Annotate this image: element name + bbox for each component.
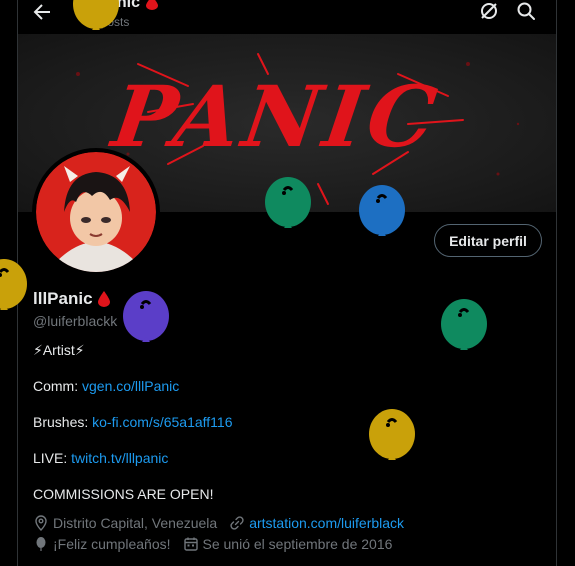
grok-icon <box>481 3 497 19</box>
bio-brushes-line: Brushes: ko-fi.com/s/65a1aff116 <box>33 414 232 430</box>
search-icon <box>517 2 535 20</box>
banner-title-text: PANIC <box>105 67 446 166</box>
grok-button[interactable] <box>478 0 500 22</box>
bio-comm-label: Comm: <box>33 378 82 394</box>
profile-meta-row-1: Distrito Capital, Venezuela artstation.c… <box>33 515 404 531</box>
balloon-decoration-icon <box>0 259 27 310</box>
blood-drop-icon <box>146 0 159 10</box>
location-text: Distrito Capital, Venezuela <box>53 515 218 531</box>
arrow-left-icon <box>33 4 50 20</box>
joined-text: Se unió el septiembre de 2016 <box>202 536 393 552</box>
avatar-image <box>36 152 156 272</box>
blood-drop-icon <box>97 291 110 307</box>
balloon-decoration-icon <box>73 0 119 30</box>
brushes-link[interactable]: ko-fi.com/s/65a1aff116 <box>92 414 232 430</box>
edit-profile-button[interactable]: Editar perfil <box>434 224 542 257</box>
bio-live-line: LIVE: twitch.tv/lllpanic <box>33 450 168 466</box>
balloon-icon <box>36 537 46 551</box>
birthday-text: ¡Feliz cumpleaños! <box>53 536 171 552</box>
profile-name: lllPanic <box>33 289 110 309</box>
comm-link[interactable]: vgen.co/lllPanic <box>82 378 179 394</box>
balloon-decoration-icon <box>369 409 415 460</box>
bio-brushes-label: Brushes: <box>33 414 93 430</box>
avatar[interactable] <box>32 148 160 276</box>
profile-page: PANIC lllPanic 62 posts <box>17 0 557 566</box>
profile-handle: @luiferblackk <box>33 313 118 329</box>
twitch-link[interactable]: twitch.tv/lllpanic <box>71 450 168 466</box>
profile-meta-row-2: ¡Feliz cumpleaños! Se unió el septiembre… <box>33 536 392 552</box>
balloon-decoration-icon <box>359 185 405 236</box>
link-icon <box>230 516 244 530</box>
website-link[interactable]: artstation.com/luiferblack <box>249 515 404 531</box>
bio-status: COMMISSIONS ARE OPEN! <box>33 486 214 502</box>
balloon-decoration-icon <box>441 299 487 350</box>
calendar-icon <box>183 537 198 551</box>
bio-live-label: LIVE: <box>33 450 72 466</box>
location-pin-icon <box>35 515 47 531</box>
bio-tagline: ⚡Artist⚡ <box>33 342 85 358</box>
balloon-decoration-icon <box>123 291 169 342</box>
display-name: lllPanic <box>33 289 93 308</box>
bio-comm-line: Comm: vgen.co/lllPanic <box>33 378 179 394</box>
balloon-decoration-icon <box>265 177 311 228</box>
back-button[interactable] <box>30 0 54 24</box>
search-button[interactable] <box>515 0 537 22</box>
